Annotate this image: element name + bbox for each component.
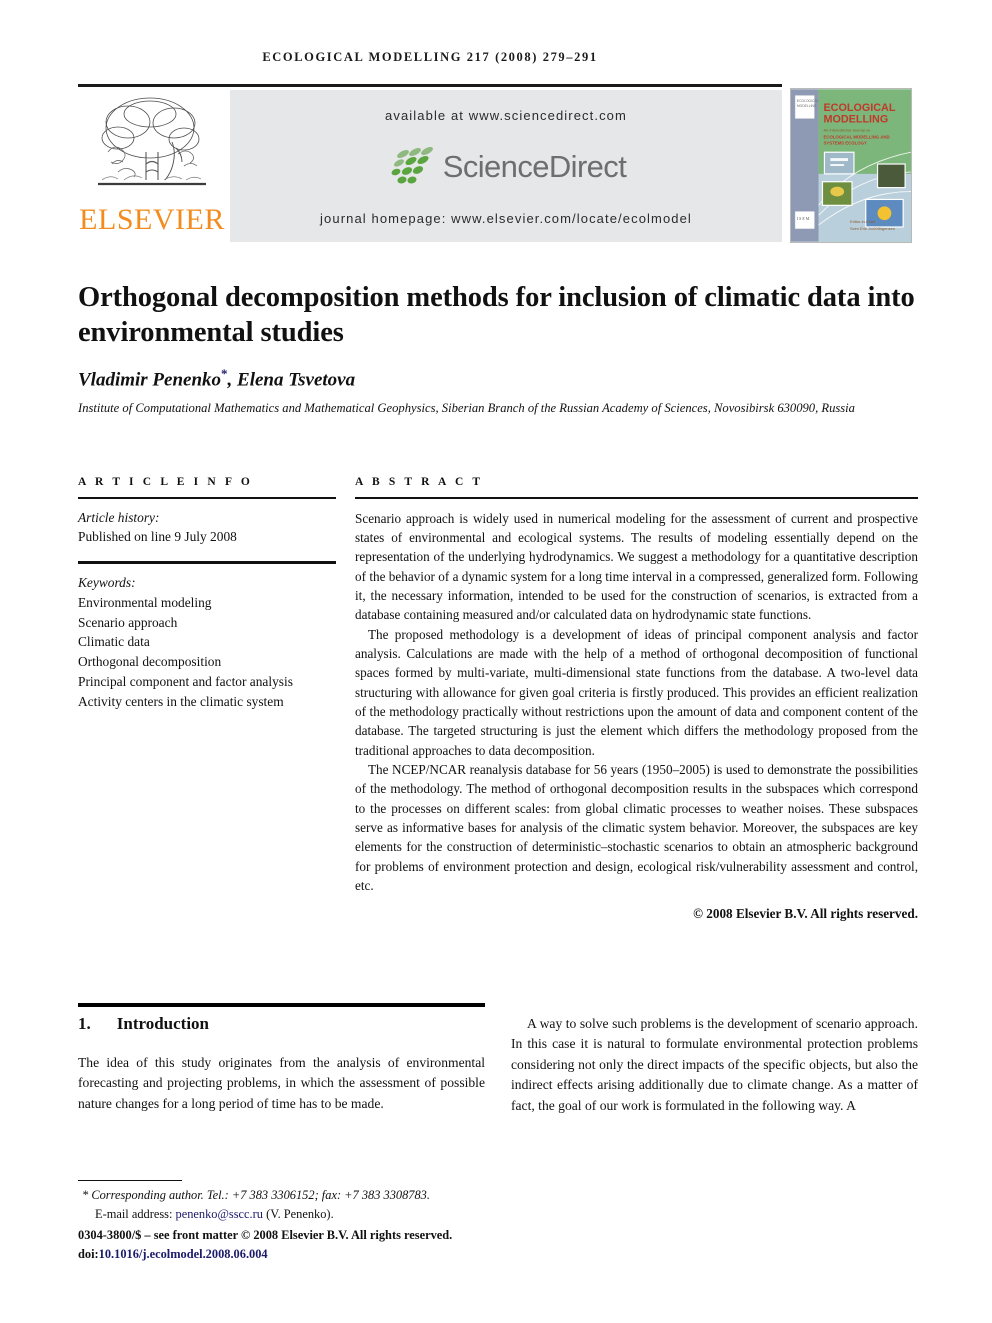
doi-label: doi: <box>78 1246 99 1261</box>
sciencedirect-band: available at www.sciencedirect.com Scien… <box>230 90 782 242</box>
elsevier-wordmark: ELSEVIER <box>79 203 225 236</box>
sciencedirect-wordmark: ScienceDirect <box>442 149 627 184</box>
journal-cover-thumbnail: ECOLOGICAL MODELLING ECOLOGICAL MODELLIN… <box>790 88 912 243</box>
svg-text:MODELLING: MODELLING <box>797 104 817 108</box>
abstract-paragraph: The proposed methodology is a developmen… <box>355 626 918 758</box>
svg-text:ECOLOGICAL: ECOLOGICAL <box>797 99 819 103</box>
header-divider <box>78 84 782 87</box>
sciencedirect-leaves-icon <box>391 147 433 184</box>
footnote-marker: * <box>82 1188 89 1202</box>
keyword-item: Scenario approach <box>78 614 178 630</box>
email-suffix: (V. Penenko). <box>266 1206 334 1221</box>
elsevier-tree-icon <box>88 92 216 204</box>
svg-text:I S E M: I S E M <box>797 216 810 221</box>
keywords-label: Keywords: <box>78 574 136 590</box>
abstract-body: Scenario approach is widely used in nume… <box>355 509 918 896</box>
body-column-right: A way to solve such problems is the deve… <box>511 1014 918 1116</box>
article-history-value: Published on line 9 July 2008 <box>78 529 237 545</box>
email-note: E-mail address: penenko@sscc.ru (V. Pene… <box>78 1205 518 1224</box>
sciencedirect-logo: ScienceDirect <box>386 147 627 187</box>
svg-text:Editor-in-Chief: Editor-in-Chief <box>850 219 876 224</box>
article-info-divider <box>78 497 336 499</box>
svg-text:ECOLOGICAL: ECOLOGICAL <box>823 102 895 114</box>
svg-text:MODELLING: MODELLING <box>823 114 888 126</box>
author-rest: , Elena Tsvetova <box>227 369 356 391</box>
section-heading: 1. Introduction <box>78 1014 485 1034</box>
abstract-paragraph: The NCEP/NCAR reanalysis database for 56… <box>355 761 918 893</box>
corresponding-author-note: * Corresponding author. Tel.: +7 383 330… <box>78 1186 518 1205</box>
author-list: Vladimir Penenko*, Elena Tsvetova <box>78 366 918 391</box>
keyword-item: Principal component and factor analysis <box>78 673 293 689</box>
article-info-column: A R T I C L E I N F O Article history: P… <box>78 476 336 712</box>
elsevier-logo-block: ELSEVIER <box>78 90 226 242</box>
body-text-left: The idea of this study originates from t… <box>78 1053 485 1114</box>
abstract-heading: A B S T R A C T <box>355 476 484 488</box>
body-column-left: 1. Introduction The idea of this study o… <box>78 1014 485 1114</box>
abstract-paragraph: Scenario approach is widely used in nume… <box>355 510 918 623</box>
svg-text:Sven Erik J\u00f8rgensen: Sven Erik J\u00f8rgensen <box>850 226 895 231</box>
author-first: Vladimir Penenko <box>78 369 222 391</box>
affiliation: Institute of Computational Mathematics a… <box>78 401 855 415</box>
page-title: Orthogonal decomposition methods for inc… <box>78 282 915 348</box>
email-link[interactable]: penenko@sscc.ru <box>176 1207 263 1221</box>
doi-line: doi:10.1016/j.ecolmodel.2008.06.004 <box>78 1245 518 1264</box>
corresponding-author-text: Corresponding author. Tel.: +7 383 33061… <box>91 1188 430 1202</box>
journal-homepage-text: journal homepage: www.elsevier.com/locat… <box>320 211 692 226</box>
body-paragraph: The idea of this study originates from t… <box>78 1055 485 1111</box>
available-at-text: available at www.sciencedirect.com <box>385 108 627 123</box>
copyright-line: © 2008 Elsevier B.V. All rights reserved… <box>693 906 918 922</box>
keyword-item: Environmental modeling <box>78 594 212 610</box>
paper-page: ECOLOGICAL MODELLING 217 (2008) 279–291 <box>0 0 992 1323</box>
section-title: Introduction <box>116 1014 210 1033</box>
email-label: E-mail address: <box>95 1206 173 1221</box>
body-paragraph: A way to solve such problems is the deve… <box>511 1016 918 1113</box>
article-info-heading: A R T I C L E I N F O <box>78 476 253 488</box>
keywords-block: Keywords: Environmental modeling Scenari… <box>78 573 336 712</box>
masthead: ELSEVIER available at www.sciencedirect.… <box>78 88 912 243</box>
section-number: 1. <box>78 1014 91 1033</box>
issn-front-matter-line: 0304-3800/$ – see front matter © 2008 El… <box>78 1227 453 1242</box>
article-history-block: Article history: Published on line 9 Jul… <box>78 508 336 548</box>
running-head: ECOLOGICAL MODELLING 217 (2008) 279–291 <box>262 50 598 64</box>
keywords-divider <box>78 561 336 564</box>
body-text-right: A way to solve such problems is the deve… <box>511 1014 918 1116</box>
keyword-item: Orthogonal decomposition <box>78 654 222 670</box>
svg-text:ECOLOGICAL MODELLING AND: ECOLOGICAL MODELLING AND <box>823 134 889 139</box>
svg-text:SYSTEMS ECOLOGY: SYSTEMS ECOLOGY <box>823 140 866 145</box>
keyword-item: Climatic data <box>78 634 150 650</box>
footnote-block: * Corresponding author. Tel.: +7 383 330… <box>78 1186 518 1263</box>
svg-text:An International Journal on: An International Journal on <box>823 128 870 133</box>
footnote-divider <box>78 1180 182 1182</box>
keyword-item: Activity centers in the climatic system <box>78 693 284 709</box>
article-history-label: Article history: <box>78 509 160 525</box>
abstract-divider <box>355 497 918 499</box>
section-divider <box>78 1003 485 1007</box>
abstract-column: A B S T R A C T Scenario approach is wid… <box>355 476 918 922</box>
doi-link[interactable]: 10.1016/j.ecolmodel.2008.06.004 <box>99 1247 268 1261</box>
